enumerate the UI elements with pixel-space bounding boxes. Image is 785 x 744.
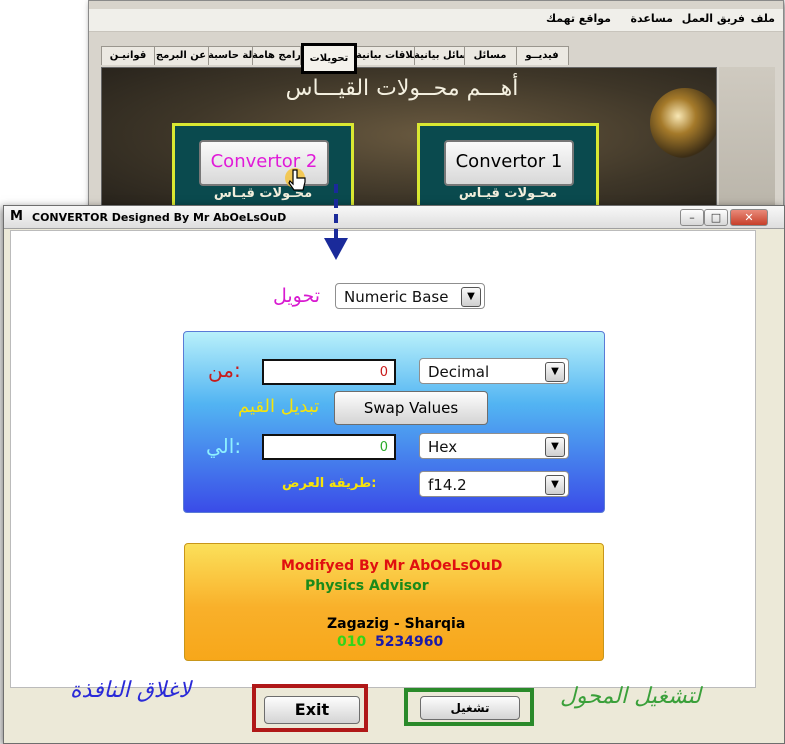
from-label: من: [208, 358, 241, 382]
menu-team[interactable]: فريق العمل [682, 12, 745, 25]
convertor1-subtitle: محـولات قيـاس [458, 186, 558, 201]
to-unit-value: Hex [428, 438, 458, 456]
display-format-label: طريقة العرض: [282, 476, 377, 491]
convert-type-value: Numeric Base [344, 288, 449, 306]
menu-file[interactable]: ملف [751, 12, 775, 25]
display-format-value: f14.2 [428, 476, 467, 494]
credits-phone-prefix: 010 [337, 634, 367, 650]
convert-type-label: تحويل [273, 285, 321, 307]
close-button[interactable]: ✕ [730, 209, 768, 226]
convertor1-button[interactable]: Convertor 1 [444, 140, 574, 186]
run-note: لتشغيل المحول [560, 684, 701, 709]
run-button[interactable]: تشغيل [420, 696, 520, 720]
dropdown-arrow-icon: ▼ [545, 475, 565, 495]
credits-author: Modifyed By Mr AbOeLsOuD [281, 558, 503, 574]
credits-phone-number: 5234960 [375, 634, 444, 650]
exit-button[interactable]: Exit [264, 696, 360, 724]
convert-type-select[interactable]: Numeric Base ▼ [335, 283, 485, 309]
display-format-select[interactable]: f14.2 ▼ [419, 471, 569, 497]
dropdown-arrow-icon: ▼ [545, 362, 565, 382]
credits-role: Physics Advisor [305, 578, 429, 594]
bottom-bar: لاغلاق النافذة لتشغيل المحول Exit تشغيل [4, 678, 784, 743]
credits-location: Zagazig - Sharqia [327, 616, 466, 632]
tab-programs[interactable]: برامج هامة [251, 46, 301, 65]
maximize-button[interactable]: □ [704, 209, 728, 226]
swap-label: تبديل القيم [238, 396, 320, 417]
hand-pointer-icon [285, 168, 306, 191]
menu-links[interactable]: مواقع تهمك [546, 12, 611, 25]
launcher-side-strip [719, 67, 775, 216]
from-unit-select[interactable]: Decimal ▼ [419, 358, 569, 384]
to-value-input[interactable]: 0 [262, 434, 396, 460]
dropdown-arrow-icon: ▼ [461, 287, 481, 307]
pointer-arrow-icon [324, 184, 348, 260]
from-value-input[interactable]: 0 [262, 359, 396, 385]
tab-laws[interactable]: قوانيـن [101, 46, 155, 65]
tab-problems[interactable]: مسائل [463, 46, 517, 65]
decorative-orb [650, 88, 716, 158]
tab-about[interactable]: عن البرمج [153, 46, 209, 65]
converter-panel: من: 0 Decimal ▼ تبديل القيم Swap Values … [183, 331, 605, 513]
conversions-panel: أهـــم محــولات القيـــاس Convertor 2 مح… [101, 67, 717, 218]
launcher-window: ملف فريق العمل مساعدة مواقع تهمك فيديــو… [88, 0, 784, 218]
window-title: CONVERTOR Designed By Mr AbOeLsOuD [32, 211, 287, 224]
app-icon: M [10, 209, 23, 224]
to-unit-select[interactable]: Hex ▼ [419, 433, 569, 459]
close-note: لاغلاق النافذة [70, 678, 191, 703]
client-area: تحويل Numeric Base ▼ من: 0 Decimal ▼ تبد… [10, 230, 756, 688]
to-label: الي: [206, 434, 242, 458]
tab-conversions[interactable]: تحويلات [301, 43, 357, 74]
from-unit-value: Decimal [428, 363, 490, 381]
title-bar[interactable]: M CONVERTOR Designed By Mr AbOeLsOuD – □… [4, 206, 784, 229]
tab-graph-problems[interactable]: مسائل بيانية [413, 46, 465, 65]
minimize-button[interactable]: – [680, 209, 704, 226]
conversions-heading: أهـــم محــولات القيـــاس [285, 76, 519, 101]
converter-window: M CONVERTOR Designed By Mr AbOeLsOuD – □… [3, 205, 785, 744]
swap-values-button[interactable]: Swap Values [334, 391, 488, 425]
tab-graph-relations[interactable]: علاقات بيانية [355, 46, 415, 65]
dropdown-arrow-icon: ▼ [545, 437, 565, 457]
menu-help[interactable]: مساعدة [631, 12, 674, 25]
launcher-tabs: فيديــو مسائل مسائل بيانية علاقات بيانية… [89, 43, 783, 74]
launcher-menubar: ملف فريق العمل مساعدة مواقع تهمك [89, 9, 783, 32]
tab-video[interactable]: فيديــو [515, 46, 569, 65]
convertor1-card: Convertor 1 محـولات قيـاس [417, 123, 599, 215]
tab-calculator[interactable]: آلة حاسبة [207, 46, 253, 65]
credits-panel: Modifyed By Mr AbOeLsOuD Physics Advisor… [184, 543, 604, 661]
